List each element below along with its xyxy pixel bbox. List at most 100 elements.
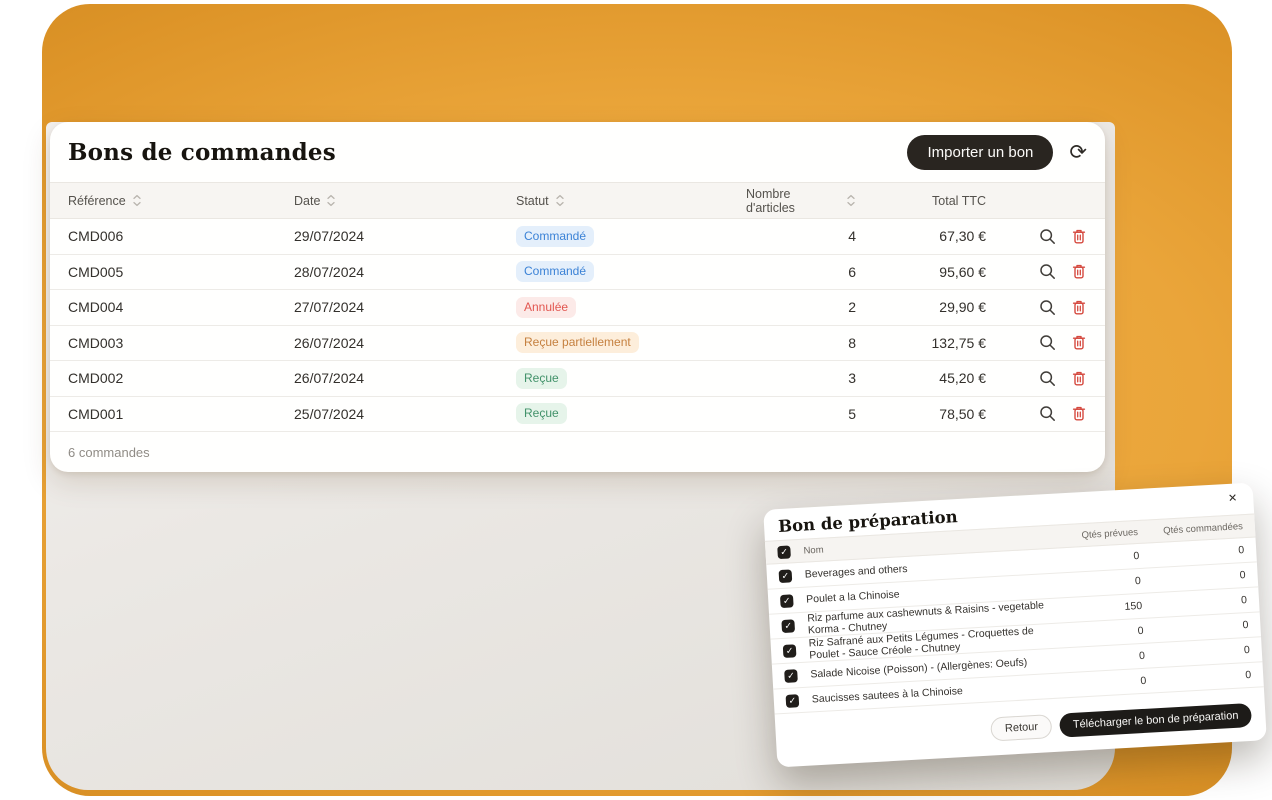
delete-order-button[interactable] [1071, 405, 1087, 422]
item-checkbox[interactable]: ✓ [781, 619, 795, 633]
order-reference: CMD001 [68, 406, 294, 422]
prep-checkbox-cell: ✓ [783, 643, 810, 657]
item-qty-planned: 0 [1061, 575, 1142, 591]
item-qty-ordered: 0 [1139, 544, 1245, 562]
delete-order-button[interactable] [1071, 370, 1087, 387]
status-badge: Commandé [516, 261, 594, 282]
table-row: CMD005 28/07/2024 Commandé 6 95,60 € [50, 255, 1105, 291]
table-header-row: Référence Date Statut Nombre d'articles … [50, 182, 1105, 219]
order-total: 67,30 € [856, 228, 986, 244]
row-actions [986, 334, 1087, 351]
view-order-button[interactable] [1039, 334, 1056, 351]
order-reference: CMD004 [68, 299, 294, 315]
status-badge: Reçue partiellement [516, 332, 639, 353]
table-row: CMD002 26/07/2024 Reçue 3 45,20 € [50, 361, 1105, 397]
sort-icon [846, 194, 856, 207]
table-row: CMD006 29/07/2024 Commandé 4 67,30 € [50, 219, 1105, 255]
order-articles-count: 2 [746, 299, 856, 315]
order-articles-count: 4 [746, 228, 856, 244]
view-order-button[interactable] [1039, 370, 1056, 387]
status-badge: Annulée [516, 297, 576, 318]
item-qty-ordered: 0 [1143, 619, 1249, 637]
download-prep-button[interactable]: Télécharger le bon de préparation [1059, 702, 1252, 737]
order-date: 28/07/2024 [294, 264, 516, 280]
item-qty-planned: 0 [1063, 625, 1144, 641]
column-header-status[interactable]: Statut [516, 194, 746, 208]
close-icon[interactable]: ✕ [1226, 491, 1240, 507]
item-qty-planned: 0 [1059, 550, 1140, 566]
order-date: 26/07/2024 [294, 370, 516, 386]
order-total: 132,75 € [856, 335, 986, 351]
item-checkbox[interactable]: ✓ [780, 594, 794, 608]
item-qty-ordered: 0 [1145, 644, 1251, 662]
orders-header: Bons de commandes Importer un bon ⟳ [50, 122, 1105, 182]
item-qty-planned: 0 [1065, 650, 1146, 666]
view-order-button[interactable] [1039, 263, 1056, 280]
row-actions [986, 228, 1087, 245]
sort-icon [555, 194, 565, 207]
preparation-panel: Bon de préparation ✕ ✓ Nom Qtés prévues … [763, 483, 1267, 768]
column-header-articles[interactable]: Nombre d'articles [746, 187, 856, 215]
order-reference: CMD002 [68, 370, 294, 386]
delete-order-button[interactable] [1071, 263, 1087, 280]
status-badge: Reçue [516, 403, 567, 424]
refresh-icon[interactable]: ⟳ [1069, 142, 1087, 163]
order-reference: CMD006 [68, 228, 294, 244]
back-button[interactable]: Retour [990, 714, 1052, 741]
orders-panel: Bons de commandes Importer un bon ⟳ Réfé… [50, 122, 1105, 472]
table-row: CMD004 27/07/2024 Annulée 2 29,90 € [50, 290, 1105, 326]
row-actions [986, 405, 1087, 422]
delete-order-button[interactable] [1071, 228, 1087, 245]
order-articles-count: 3 [746, 370, 856, 386]
order-date: 26/07/2024 [294, 335, 516, 351]
column-header-reference[interactable]: Référence [68, 194, 294, 208]
item-checkbox[interactable]: ✓ [783, 644, 797, 658]
select-all-checkbox[interactable]: ✓ [777, 545, 791, 559]
item-qty-ordered: 0 [1146, 669, 1252, 687]
sort-icon [132, 194, 142, 207]
table-row: CMD003 26/07/2024 Reçue partiellement 8 … [50, 326, 1105, 362]
import-order-button[interactable]: Importer un bon [907, 135, 1053, 170]
row-actions [986, 370, 1087, 387]
prep-checkbox-cell: ✓ [786, 693, 813, 707]
order-articles-count: 5 [746, 406, 856, 422]
order-articles-count: 6 [746, 264, 856, 280]
prep-checkbox-cell: ✓ [784, 668, 811, 682]
order-total: 95,60 € [856, 264, 986, 280]
order-total: 78,50 € [856, 406, 986, 422]
order-status-cell: Reçue [516, 368, 746, 389]
status-badge: Commandé [516, 226, 594, 247]
page-title: Bons de commandes [68, 139, 336, 166]
item-checkbox[interactable]: ✓ [784, 669, 798, 683]
order-date: 25/07/2024 [294, 406, 516, 422]
orders-count: 6 commandes [50, 432, 1105, 472]
item-qty-planned: 0 [1066, 675, 1147, 691]
prep-checkbox-cell: ✓ [781, 618, 808, 632]
view-order-button[interactable] [1039, 299, 1056, 316]
order-date: 27/07/2024 [294, 299, 516, 315]
item-qty-planned: 150 [1062, 600, 1143, 616]
table-body: CMD006 29/07/2024 Commandé 4 67,30 € [50, 219, 1105, 432]
view-order-button[interactable] [1039, 405, 1056, 422]
delete-order-button[interactable] [1071, 334, 1087, 351]
header-actions: Importer un bon ⟳ [907, 135, 1087, 170]
order-status-cell: Reçue partiellement [516, 332, 746, 353]
prep-header-checkbox-cell: ✓ [777, 544, 804, 558]
prep-checkbox-cell: ✓ [780, 593, 807, 607]
column-header-date[interactable]: Date [294, 194, 516, 208]
order-reference: CMD005 [68, 264, 294, 280]
row-actions [986, 299, 1087, 316]
delete-order-button[interactable] [1071, 299, 1087, 316]
item-checkbox[interactable]: ✓ [779, 569, 793, 583]
order-reference: CMD003 [68, 335, 294, 351]
status-badge: Reçue [516, 368, 567, 389]
prep-column-qty-planned: Qtés prévues [1058, 526, 1138, 541]
item-checkbox[interactable]: ✓ [786, 694, 800, 708]
column-header-total: Total TTC [856, 194, 986, 208]
row-actions [986, 263, 1087, 280]
order-status-cell: Reçue [516, 403, 746, 424]
view-order-button[interactable] [1039, 228, 1056, 245]
item-qty-ordered: 0 [1140, 569, 1246, 587]
order-date: 29/07/2024 [294, 228, 516, 244]
prep-column-qty-ordered: Qtés commandées [1138, 521, 1243, 538]
